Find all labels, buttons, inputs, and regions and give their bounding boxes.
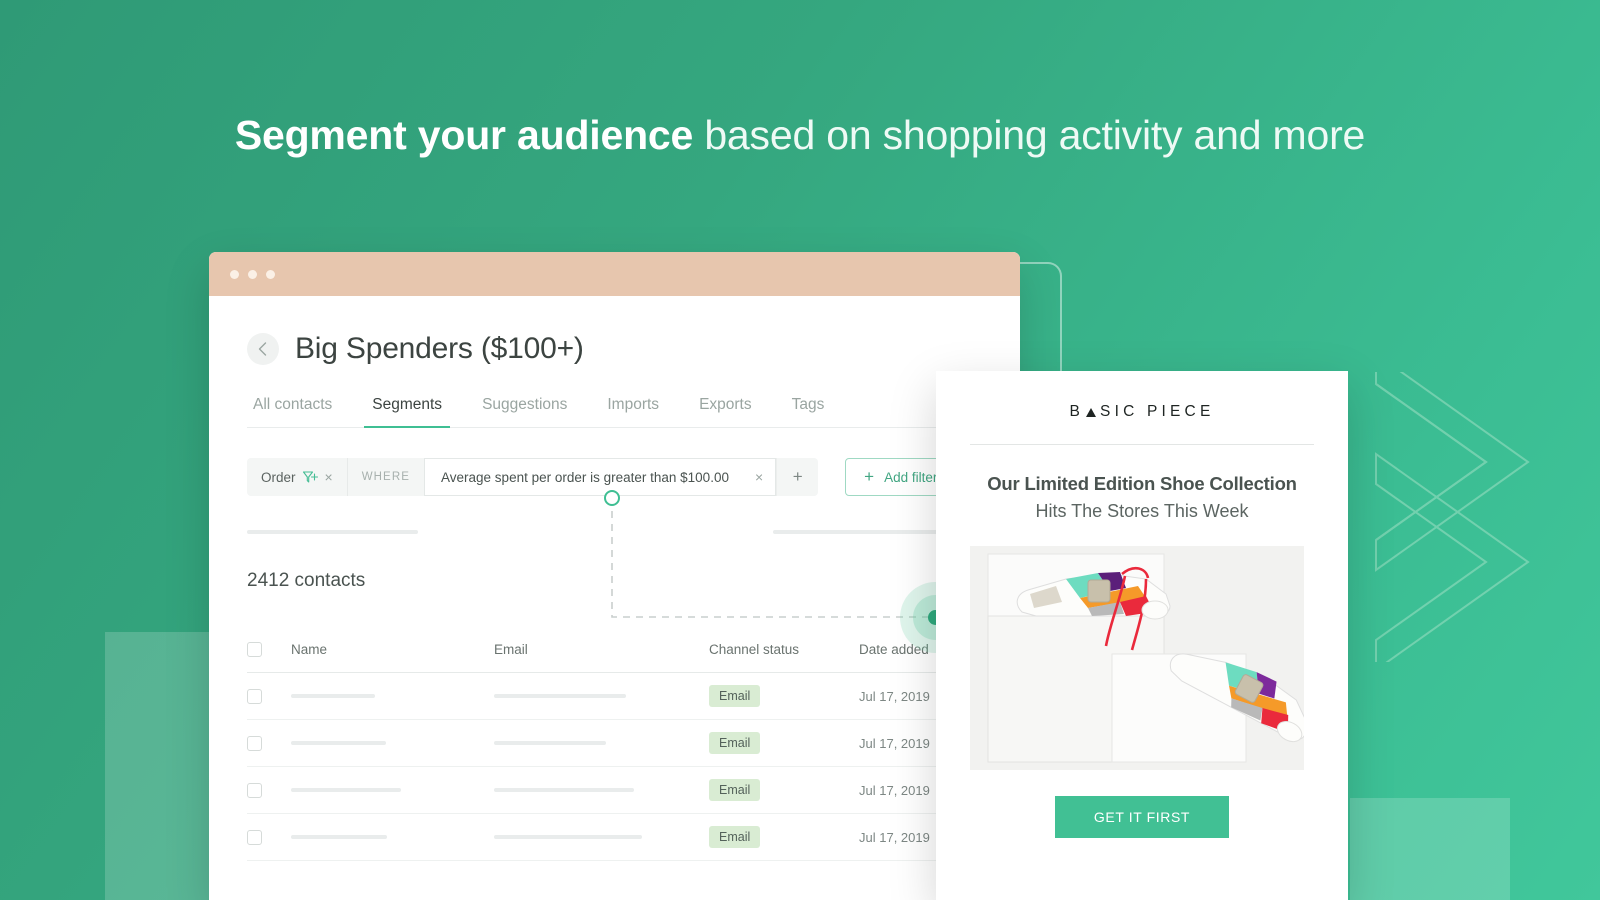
column-header-email[interactable]: Email bbox=[494, 642, 709, 657]
column-header-channel-status[interactable]: Channel status bbox=[709, 642, 859, 657]
row-checkbox[interactable] bbox=[247, 735, 262, 751]
plus-icon: + bbox=[864, 467, 875, 486]
decorative-square-right bbox=[1350, 798, 1510, 900]
filter-entity-chip[interactable]: Order × bbox=[247, 458, 347, 496]
row-checkbox[interactable] bbox=[247, 829, 262, 845]
brand-logo: B SIC PIECE bbox=[970, 403, 1314, 421]
row-channel-status-cell: Email bbox=[709, 779, 859, 801]
tab-segments[interactable]: Segments bbox=[352, 396, 462, 428]
status-badge: Email bbox=[709, 732, 761, 754]
sneakers-illustration bbox=[970, 546, 1304, 770]
callout-marker-outline bbox=[604, 490, 620, 506]
row-email-cell bbox=[494, 835, 709, 839]
select-all-cell bbox=[247, 641, 291, 657]
headline-strong: Segment your audience bbox=[234, 112, 694, 158]
row-name-cell bbox=[291, 835, 494, 839]
triangle-icon bbox=[1086, 407, 1097, 417]
page-title: Big Spenders ($100+) bbox=[295, 332, 584, 365]
contacts-count: 2412 contacts bbox=[247, 570, 366, 591]
window-dot-maximize[interactable] bbox=[266, 269, 275, 279]
brand-logo-suffix: SIC PIECE bbox=[1100, 403, 1215, 420]
add-filter-label: Add filter bbox=[884, 469, 938, 485]
row-email-cell bbox=[494, 741, 709, 745]
row-name-cell bbox=[291, 788, 494, 792]
contacts-table: Name Email Channel status Date added Ema… bbox=[247, 626, 1020, 861]
email-headline: Our Limited Edition Shoe Collection bbox=[987, 473, 1297, 494]
chevron-left-icon bbox=[258, 342, 266, 356]
status-badge: Email bbox=[709, 685, 761, 707]
row-channel-status-cell: Email bbox=[709, 826, 859, 848]
select-all-checkbox[interactable] bbox=[247, 641, 262, 657]
page-headline: Segment your audience based on shopping … bbox=[0, 104, 1600, 166]
table-row[interactable]: Email Jul 17, 2019 bbox=[247, 720, 1020, 767]
filter-entity-label: Order bbox=[261, 469, 296, 485]
filter-where-label: WHERE bbox=[346, 458, 425, 496]
page-header: Big Spenders ($100+) bbox=[247, 296, 1020, 366]
row-select-cell bbox=[247, 735, 291, 751]
tab-suggestions[interactable]: Suggestions bbox=[462, 396, 587, 427]
filter-condition[interactable]: Average spent per order is greater than … bbox=[424, 458, 777, 496]
name-placeholder-bar bbox=[291, 694, 375, 698]
skeleton-placeholder-row bbox=[247, 530, 1020, 534]
row-name-cell bbox=[291, 694, 494, 698]
row-checkbox[interactable] bbox=[247, 782, 262, 798]
filter-condition-add-button[interactable]: + bbox=[776, 458, 819, 496]
name-placeholder-bar bbox=[291, 788, 401, 792]
status-badge: Email bbox=[709, 779, 761, 801]
email-placeholder-bar bbox=[494, 835, 642, 839]
email-placeholder-bar bbox=[494, 741, 606, 745]
tab-all-contacts[interactable]: All contacts bbox=[247, 396, 352, 427]
table-row[interactable]: Email Jul 17, 2019 bbox=[247, 814, 1020, 861]
row-select-cell bbox=[247, 829, 291, 845]
tab-bar: All contacts Segments Suggestions Import… bbox=[247, 396, 1020, 428]
row-checkbox[interactable] bbox=[247, 688, 262, 704]
brand-divider bbox=[970, 444, 1314, 445]
window-body: Big Spenders ($100+) All contacts Segmen… bbox=[209, 296, 1020, 861]
row-email-cell bbox=[494, 694, 709, 698]
tab-imports[interactable]: Imports bbox=[587, 396, 679, 427]
promo-banner: Segment your audience based on shopping … bbox=[0, 0, 1600, 900]
back-button[interactable] bbox=[247, 333, 279, 365]
tab-tags[interactable]: Tags bbox=[772, 396, 845, 427]
table-row[interactable]: Email Jul 17, 2019 bbox=[247, 673, 1020, 720]
row-select-cell bbox=[247, 688, 291, 704]
filter-condition-text: Average spent per order is greater than … bbox=[441, 469, 729, 485]
skeleton-bar bbox=[247, 530, 418, 534]
headline-light: based on shopping activity and more bbox=[693, 112, 1366, 158]
name-placeholder-bar bbox=[291, 835, 387, 839]
row-select-cell bbox=[247, 782, 291, 798]
row-channel-status-cell: Email bbox=[709, 732, 859, 754]
filter-group: Order × WHERE Average spent per order is… bbox=[247, 458, 819, 496]
email-placeholder-bar bbox=[494, 694, 626, 698]
row-name-cell bbox=[291, 741, 494, 745]
cta-button[interactable]: GET IT FIRST bbox=[1055, 796, 1229, 838]
app-window: Big Spenders ($100+) All contacts Segmen… bbox=[209, 252, 1020, 900]
filter-plus-icon bbox=[302, 470, 318, 483]
brand-logo-prefix: B bbox=[1069, 403, 1085, 420]
email-preview-card: B SIC PIECE Our Limited Edition Shoe Col… bbox=[936, 371, 1348, 900]
product-image bbox=[970, 546, 1304, 770]
row-email-cell bbox=[494, 788, 709, 792]
name-placeholder-bar bbox=[291, 741, 386, 745]
tab-exports[interactable]: Exports bbox=[679, 396, 772, 427]
email-subheadline: Hits The Stores This Week bbox=[1035, 501, 1249, 521]
double-chevron-icon bbox=[1375, 372, 1530, 662]
column-header-name[interactable]: Name bbox=[291, 642, 494, 657]
email-placeholder-bar bbox=[494, 788, 634, 792]
window-dot-minimize[interactable] bbox=[248, 269, 257, 279]
row-channel-status-cell: Email bbox=[709, 685, 859, 707]
window-dot-close[interactable] bbox=[230, 269, 239, 279]
window-titlebar bbox=[209, 252, 1020, 296]
table-row[interactable]: Email Jul 17, 2019 bbox=[247, 767, 1020, 814]
filter-condition-remove[interactable]: × bbox=[755, 469, 763, 485]
filter-entity-remove[interactable]: × bbox=[325, 469, 333, 485]
filter-bar: Order × WHERE Average spent per order is… bbox=[247, 458, 1020, 496]
status-badge: Email bbox=[709, 826, 761, 848]
